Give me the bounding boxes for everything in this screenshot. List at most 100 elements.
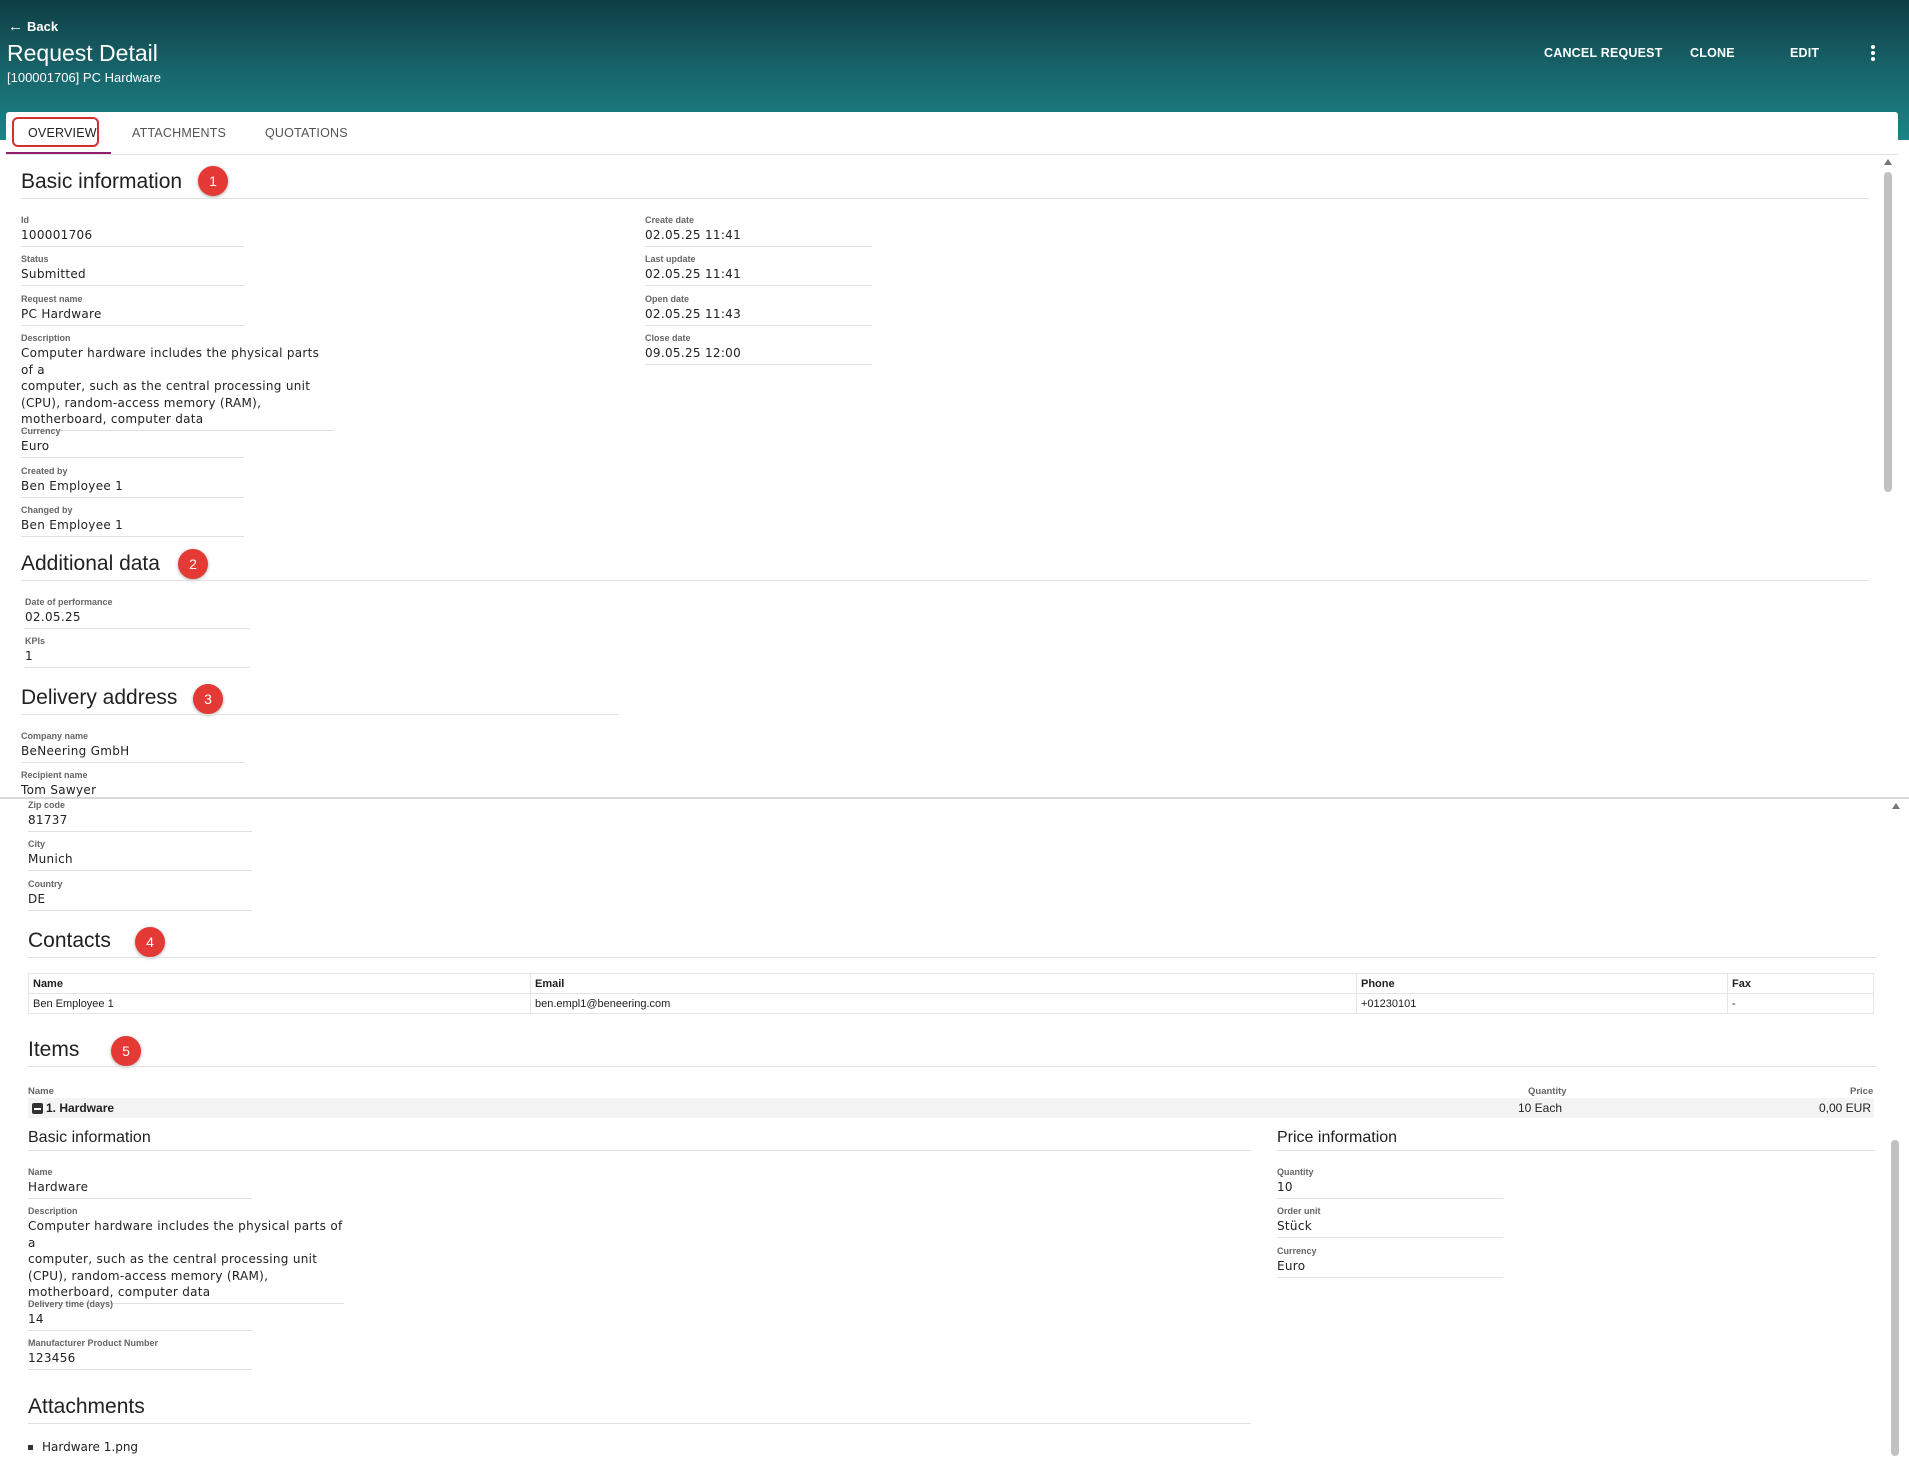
attachment-file-name[interactable]: Hardware 1.png (30, 1440, 138, 1454)
field-value: Submitted (21, 266, 244, 286)
scrollbar-thumb-top[interactable] (1884, 172, 1892, 492)
field-create-date: Create date 02.05.25 11:41 (645, 215, 872, 247)
badge-4: 4 (135, 927, 165, 957)
field-value-multiline: Computer hardware includes the physical … (28, 1218, 344, 1304)
item-price-information-title: Price information (1277, 1129, 1398, 1146)
field-country: Country DE (28, 879, 252, 911)
field-label: Create date (645, 215, 695, 225)
section-divider (28, 1150, 1251, 1151)
section-divider (28, 957, 1876, 958)
field-value: Euro (1277, 1258, 1503, 1278)
field-item-quantity: Quantity 10 (1277, 1167, 1503, 1199)
active-tab-indicator (6, 152, 111, 154)
field-label: Company name (21, 731, 89, 741)
item-price: 0,00 EUR (1818, 1101, 1871, 1115)
field-label: Close date (645, 333, 691, 343)
description-line: computer, such as the central processing… (21, 379, 311, 393)
field-label: Description (21, 333, 71, 343)
tab-quotations[interactable]: QUOTATIONS (265, 126, 348, 140)
items-column-name: Name (28, 1086, 54, 1097)
more-vertical-icon[interactable] (1865, 44, 1881, 62)
column-header-email: Email (530, 973, 1357, 994)
badge-3: 3 (193, 684, 223, 714)
scroll-up-arrow-bottom[interactable] (1892, 803, 1900, 809)
field-value: Hardware (28, 1179, 252, 1199)
items-column-price: Price (1850, 1086, 1874, 1097)
field-label: Manufacturer Product Number (28, 1338, 159, 1348)
field-changed-by: Changed by Ben Employee 1 (21, 505, 244, 537)
field-label: Currency (1277, 1246, 1317, 1256)
field-value: 02.05.25 11:41 (645, 227, 872, 247)
field-value: 123456 (28, 1350, 252, 1370)
field-label: Order unit (1277, 1206, 1321, 1216)
field-item-name: Name Hardware (28, 1167, 252, 1199)
field-value-multiline: Computer hardware includes the physical … (21, 345, 334, 431)
section-title-attachments: Attachments (28, 1395, 145, 1418)
field-label: Request name (21, 294, 83, 304)
column-header-name: Name (28, 973, 531, 994)
section-divider (28, 1423, 1251, 1424)
field-created-by: Created by Ben Employee 1 (21, 466, 244, 498)
field-label: Created by (21, 466, 68, 476)
field-item-description: Description Computer hardware includes t… (28, 1206, 344, 1304)
field-label: City (28, 839, 46, 849)
field-zip-code: Zip code 81737 (28, 800, 252, 832)
section-title-contacts: Contacts (28, 929, 111, 952)
field-delivery-time: Delivery time (days) 14 (28, 1299, 252, 1331)
clone-button[interactable]: CLONE (1690, 46, 1735, 60)
items-column-quantity: Quantity (1528, 1086, 1567, 1097)
tab-overview[interactable]: OVERVIEW (28, 126, 97, 140)
attachment-item[interactable]: Hardware 1.png (27, 1440, 138, 1454)
cancel-request-button[interactable]: CANCEL REQUEST (1544, 46, 1663, 60)
field-description: Description Computer hardware includes t… (21, 333, 334, 431)
scrollbar-thumb-bottom[interactable] (1891, 1140, 1899, 1456)
field-value: Euro (21, 438, 244, 458)
description-line: Computer hardware includes the physical … (28, 1219, 343, 1250)
section-divider (1277, 1150, 1875, 1151)
field-open-date: Open date 02.05.25 11:43 (645, 294, 872, 326)
cell-phone: +01230101 (1356, 993, 1728, 1014)
field-label: Name (28, 1167, 53, 1177)
arrow-left-icon: ← (8, 18, 23, 35)
scroll-up-arrow-top[interactable] (1884, 159, 1892, 165)
field-value: Ben Employee 1 (21, 517, 244, 537)
item-basic-information-title: Basic information (28, 1129, 151, 1146)
field-value: Munich (28, 851, 252, 871)
badge-2: 2 (178, 549, 208, 579)
field-label: Date of performance (25, 597, 113, 607)
field-value: 02.05.25 11:43 (645, 306, 872, 326)
field-label: Delivery time (days) (28, 1299, 114, 1309)
item-quantity: 10 Each (1518, 1101, 1563, 1115)
section-divider (21, 580, 1869, 581)
field-label: Currency (21, 426, 61, 436)
field-label: Description (28, 1206, 78, 1216)
cell-fax: - (1727, 993, 1874, 1014)
edit-button[interactable]: EDIT (1790, 46, 1819, 60)
tab-attachments[interactable]: ATTACHMENTS (132, 126, 226, 140)
cell-email: ben.empl1@beneering.com (530, 993, 1357, 1014)
description-line: (CPU), random-access memory (RAM), (28, 1268, 269, 1283)
field-value: Stück (1277, 1218, 1503, 1238)
field-value: 14 (28, 1311, 252, 1331)
cell-name: Ben Employee 1 (28, 993, 531, 1014)
description-line: (CPU), random-access memory (RAM), (21, 395, 262, 410)
item-row[interactable]: 1. Hardware 10 Each 0,00 EUR (28, 1098, 1874, 1118)
back-button[interactable]: ← Back (8, 18, 58, 35)
table-row: Ben Employee 1 ben.empl1@beneering.com +… (28, 993, 1874, 1014)
scrollbar-top[interactable] (1883, 170, 1893, 492)
field-date-of-performance: Date of performance 02.05.25 (25, 597, 250, 629)
field-value: 10 (1277, 1179, 1503, 1199)
collapse-icon[interactable] (32, 1103, 43, 1114)
field-label: Zip code (28, 800, 66, 810)
field-recipient-name: Recipient name Tom Sawyer (21, 770, 244, 797)
scrollbar-bottom[interactable] (1890, 1140, 1900, 1456)
field-manufacturer-product-number: Manufacturer Product Number 123456 (28, 1338, 252, 1370)
field-value: PC Hardware (21, 306, 244, 326)
field-value: BeNeering GmbH (21, 743, 244, 763)
field-label: Open date (645, 294, 690, 304)
back-label: Back (27, 19, 59, 34)
section-title-delivery-address: Delivery address (21, 686, 178, 709)
field-item-currency: Currency Euro (1277, 1246, 1503, 1278)
field-currency: Currency Euro (21, 426, 244, 458)
section-divider (21, 198, 1869, 199)
